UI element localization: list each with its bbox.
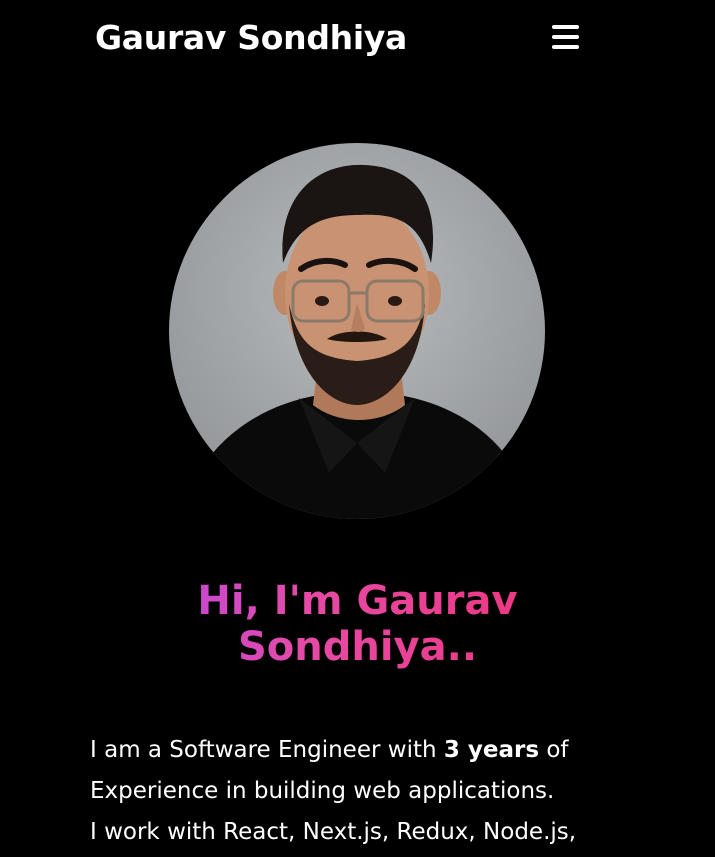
hamburger-menu-icon[interactable] [546, 20, 586, 54]
hero-title: Hi, I'm Gaurav Sondhiya.. [120, 578, 595, 670]
bio-years-highlight: 3 years [443, 737, 540, 763]
profile-photo [169, 143, 545, 519]
brand-logo-link[interactable]: Gaurav Sondhiya [95, 18, 407, 57]
hero-title-line2: Sondhiya.. [237, 624, 478, 670]
navbar: Gaurav Sondhiya [0, 0, 715, 80]
bio-text-2: of [539, 737, 569, 763]
bio-line-2: Experience in building web applications. [90, 778, 555, 804]
bio-line-3: I work with React, Next.js, Redux, Node.… [90, 819, 577, 845]
hero-bio: I am a Software Engineer with 3 years of… [90, 730, 650, 853]
portfolio-page: Gaurav Sondhiya Hi, I'm Gaurav Sondhiya.… [0, 0, 715, 857]
hero-title-line1: Hi, I'm Gaurav [197, 578, 518, 624]
bio-text-1: I am a Software Engineer with [90, 737, 444, 763]
